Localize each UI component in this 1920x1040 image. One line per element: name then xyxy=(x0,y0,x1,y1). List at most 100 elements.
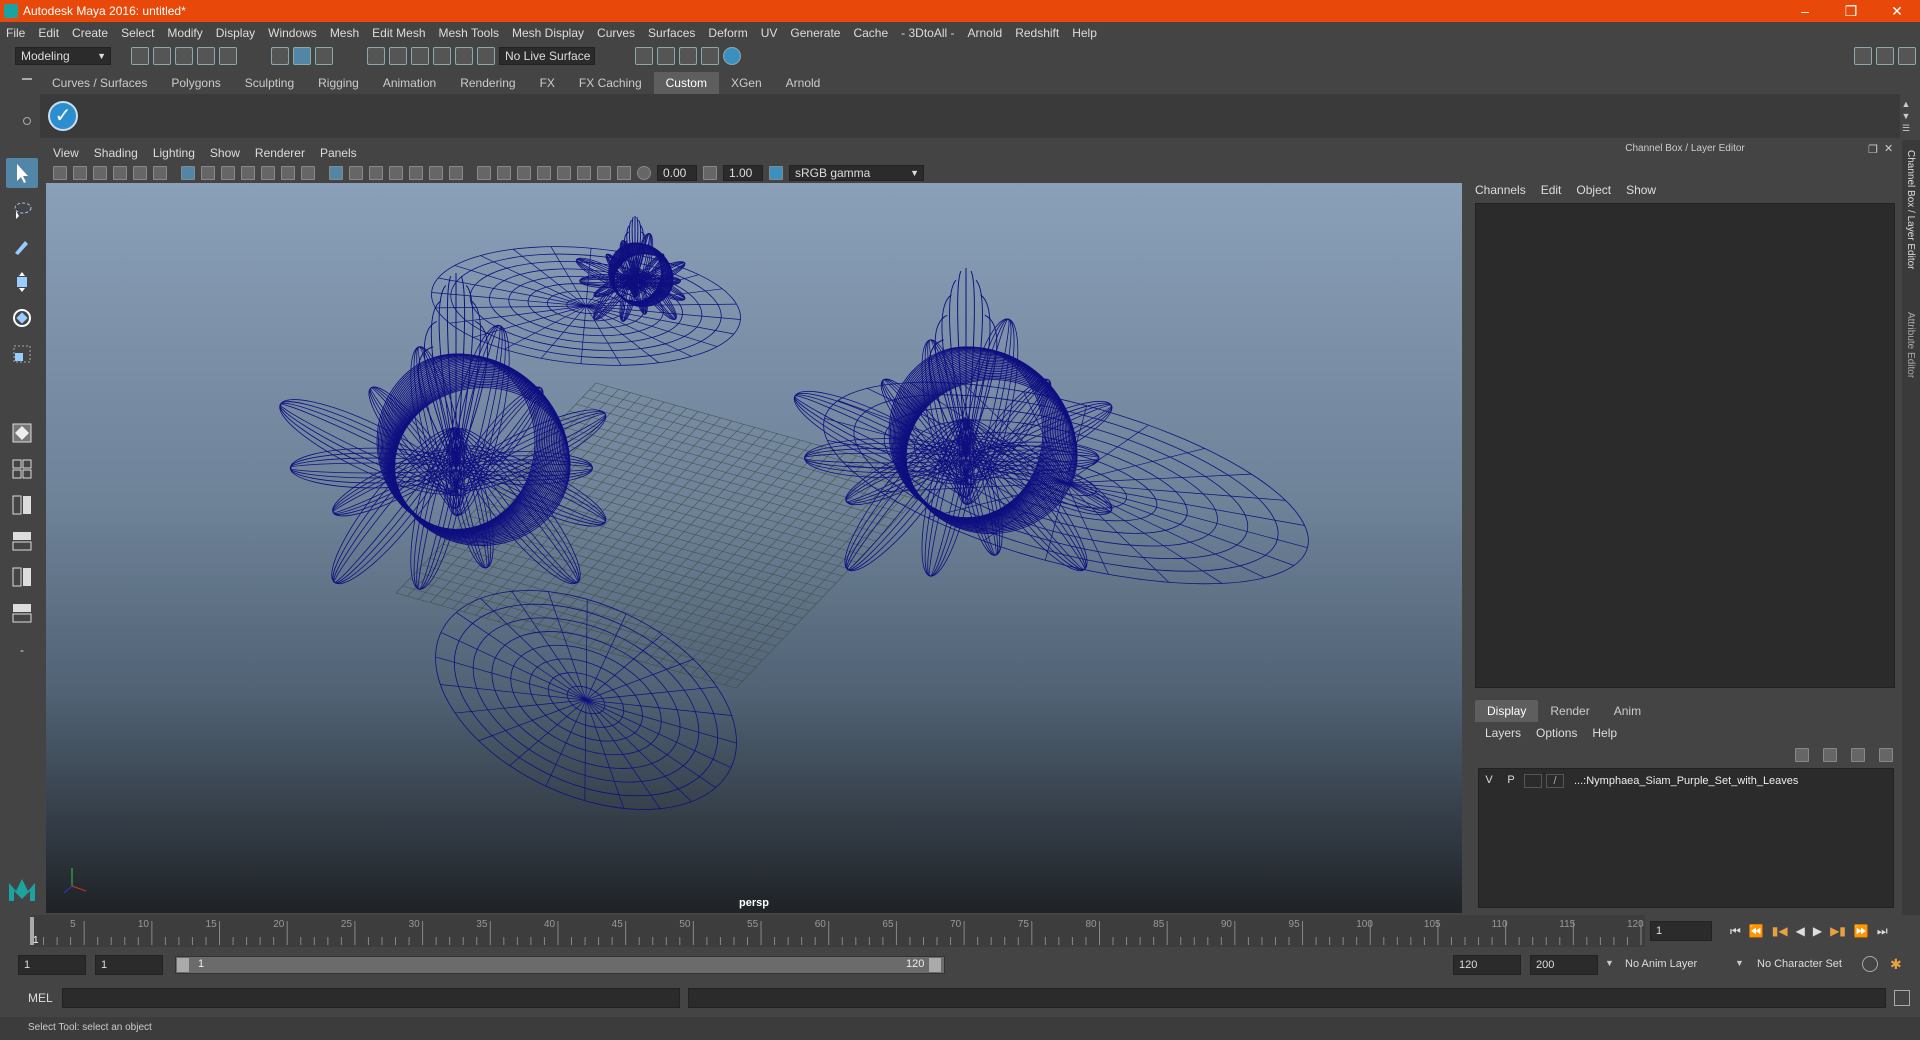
workspace-icon[interactable] xyxy=(1854,47,1872,65)
rotate-tool-icon[interactable] xyxy=(6,303,38,333)
step-forward-key-icon[interactable]: ⏩ xyxy=(1854,924,1869,938)
xray-joints-icon[interactable] xyxy=(597,166,611,180)
step-back-key-icon[interactable]: ⏪ xyxy=(1749,924,1764,938)
new-scene-icon[interactable] xyxy=(131,47,149,65)
playback-start-field[interactable]: 1 xyxy=(95,955,163,975)
snap-grid-icon[interactable] xyxy=(367,47,385,65)
menu-windows[interactable]: Windows xyxy=(268,26,317,40)
layer-playback-toggle[interactable]: P xyxy=(1502,774,1520,788)
shelf-tab-animation[interactable]: Animation xyxy=(371,72,448,94)
snap-curve-icon[interactable] xyxy=(389,47,407,65)
new-layer-selected-icon[interactable] xyxy=(1879,748,1893,762)
menu-display[interactable]: Display xyxy=(216,26,255,40)
end-time-field[interactable]: 200 xyxy=(1530,955,1598,975)
menu-generate[interactable]: Generate xyxy=(790,26,840,40)
preferences-icon[interactable]: ✱ xyxy=(1890,956,1906,972)
range-end-handle[interactable] xyxy=(929,958,941,972)
script-editor-icon[interactable] xyxy=(1894,990,1910,1006)
current-frame-field[interactable]: 1 xyxy=(1650,921,1712,941)
menu-deform[interactable]: Deform xyxy=(708,26,747,40)
colorspace-dropdown[interactable]: sRGB gamma ▼ xyxy=(789,165,924,181)
channelbox-menu-show[interactable]: Show xyxy=(1626,183,1656,197)
live-surface-field[interactable]: No Live Surface xyxy=(499,47,595,65)
side-tab-channel-box[interactable]: Channel Box / Layer Editor xyxy=(1905,150,1916,270)
menu-uv[interactable]: UV xyxy=(761,26,778,40)
open-scene-icon[interactable] xyxy=(153,47,171,65)
layer-visibility-toggle[interactable]: V xyxy=(1480,774,1498,788)
toggle-sidebar-icon[interactable] xyxy=(1898,47,1916,65)
layer-tab-render[interactable]: Render xyxy=(1538,700,1601,722)
isolate-select-icon[interactable] xyxy=(557,166,571,180)
paint-select-icon[interactable] xyxy=(6,231,38,261)
channelbox-menu-channels[interactable]: Channels xyxy=(1475,183,1526,197)
camera-attributes-icon[interactable] xyxy=(73,166,87,180)
viewport-menu-renderer[interactable]: Renderer xyxy=(255,146,305,160)
depth-of-field-icon[interactable] xyxy=(537,166,551,180)
viewport-menu-view[interactable]: View xyxy=(53,146,79,160)
shelf-tab-rendering[interactable]: Rendering xyxy=(448,72,527,94)
layout-graph-icon[interactable] xyxy=(6,562,38,592)
viewport-3d[interactable]: persp xyxy=(46,183,1462,913)
select-object-icon[interactable] xyxy=(293,47,311,65)
color-management-icon[interactable] xyxy=(769,166,783,180)
menu-mesh-display[interactable]: Mesh Display xyxy=(512,26,584,40)
layer-type-toggle[interactable] xyxy=(1524,774,1542,788)
scale-tool-icon[interactable] xyxy=(6,339,38,369)
play-forwards-icon[interactable]: ▶ xyxy=(1813,924,1822,938)
step-forward-frame-icon[interactable]: ▶▮ xyxy=(1830,924,1846,938)
render-view-icon[interactable] xyxy=(701,47,719,65)
shelf-menu-icon[interactable] xyxy=(22,78,32,80)
gate-mask-icon[interactable] xyxy=(241,166,255,180)
film-gate-icon[interactable] xyxy=(201,166,215,180)
gamma-icon[interactable] xyxy=(703,166,717,180)
layer-tab-anim[interactable]: Anim xyxy=(1602,700,1653,722)
render-settings-icon[interactable] xyxy=(635,47,653,65)
shelf-tab-polygons[interactable]: Polygons xyxy=(159,72,232,94)
shadows-icon[interactable] xyxy=(449,166,463,180)
layout-hypershade-icon[interactable] xyxy=(6,598,38,628)
menu-select[interactable]: Select xyxy=(121,26,154,40)
xray-components-icon[interactable] xyxy=(617,166,631,180)
smooth-shade-icon[interactable] xyxy=(349,166,363,180)
range-start-handle[interactable] xyxy=(177,958,189,972)
custom-shelf-check-icon[interactable]: ✓ xyxy=(48,101,78,131)
2d-pan-zoom-icon[interactable] xyxy=(133,166,147,180)
menu-mesh[interactable]: Mesh xyxy=(330,26,359,40)
layer-name[interactable]: ...:Nymphaea_Siam_Purple_Set_with_Leaves xyxy=(1574,775,1798,787)
field-chart-icon[interactable] xyxy=(261,166,275,180)
layer-tab-display[interactable]: Display xyxy=(1475,700,1539,722)
render-frame-icon[interactable] xyxy=(657,47,675,65)
menu-file[interactable]: File xyxy=(6,26,25,40)
save-scene-icon[interactable] xyxy=(175,47,193,65)
go-to-start-icon[interactable]: ⏮ xyxy=(1730,924,1741,939)
textured-icon[interactable] xyxy=(409,166,423,180)
lasso-tool-icon[interactable] xyxy=(6,195,38,225)
snap-edge-icon[interactable] xyxy=(477,47,495,65)
layer-menu-layers[interactable]: Layers xyxy=(1485,726,1521,740)
screen-space-ao-icon[interactable] xyxy=(477,166,491,180)
shelf-tab-fx[interactable]: FX xyxy=(528,72,567,94)
playback-end-field[interactable]: 120 xyxy=(1453,955,1521,975)
layout-two-icon[interactable] xyxy=(6,490,38,520)
layout-four-icon[interactable] xyxy=(6,454,38,484)
shelf-tab-xgen[interactable]: XGen xyxy=(719,72,774,94)
snap-surface-icon[interactable] xyxy=(455,47,473,65)
layer-menu-options[interactable]: Options xyxy=(1536,726,1577,740)
start-time-field[interactable]: 1 xyxy=(18,955,86,975)
motion-blur-icon[interactable] xyxy=(497,166,511,180)
shelf-scroll-icon[interactable]: ▲ ▼ ☰ xyxy=(1900,98,1912,134)
side-tab-attribute-editor[interactable]: Attribute Editor xyxy=(1905,312,1916,378)
shelf-tab-arnold[interactable]: Arnold xyxy=(774,72,833,94)
undo-icon[interactable] xyxy=(197,47,215,65)
select-component-icon[interactable] xyxy=(315,47,333,65)
panel-close-icon[interactable]: ✕ xyxy=(1884,142,1893,155)
command-language-label[interactable]: MEL xyxy=(28,991,53,1005)
image-plane-icon[interactable] xyxy=(113,166,127,180)
anim-layer-dropdown[interactable]: No Anim Layer xyxy=(1620,955,1740,975)
resolution-gate-icon[interactable] xyxy=(221,166,235,180)
menu-surfaces[interactable]: Surfaces xyxy=(648,26,695,40)
viewport-menu-lighting[interactable]: Lighting xyxy=(153,146,195,160)
snap-point-icon[interactable] xyxy=(411,47,429,65)
channelbox-menu-object[interactable]: Object xyxy=(1576,183,1611,197)
menu-edit-mesh[interactable]: Edit Mesh xyxy=(372,26,425,40)
